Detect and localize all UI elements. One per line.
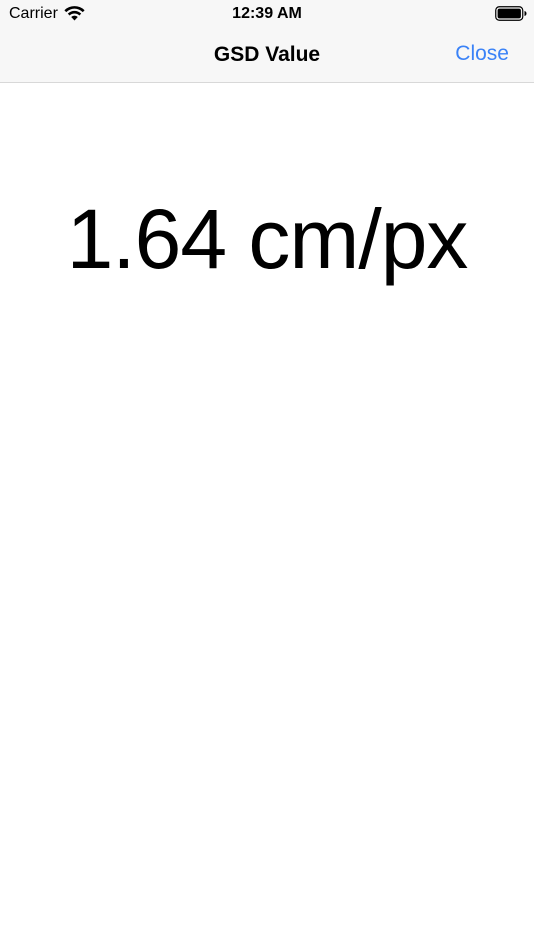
screen: Carrier 12:39 AM GSD Value Close 1.64 cm… xyxy=(0,0,534,950)
navigation-bar: GSD Value Close xyxy=(0,28,534,83)
status-bar: Carrier 12:39 AM xyxy=(0,0,534,28)
battery-full-icon xyxy=(495,6,527,21)
close-button[interactable]: Close xyxy=(455,42,509,66)
gsd-value-display: 1.64 cm/px xyxy=(66,192,469,286)
status-time: 12:39 AM xyxy=(232,5,302,22)
page-title: GSD Value xyxy=(213,43,321,66)
content-area: 1.64 cm/px xyxy=(0,83,534,950)
